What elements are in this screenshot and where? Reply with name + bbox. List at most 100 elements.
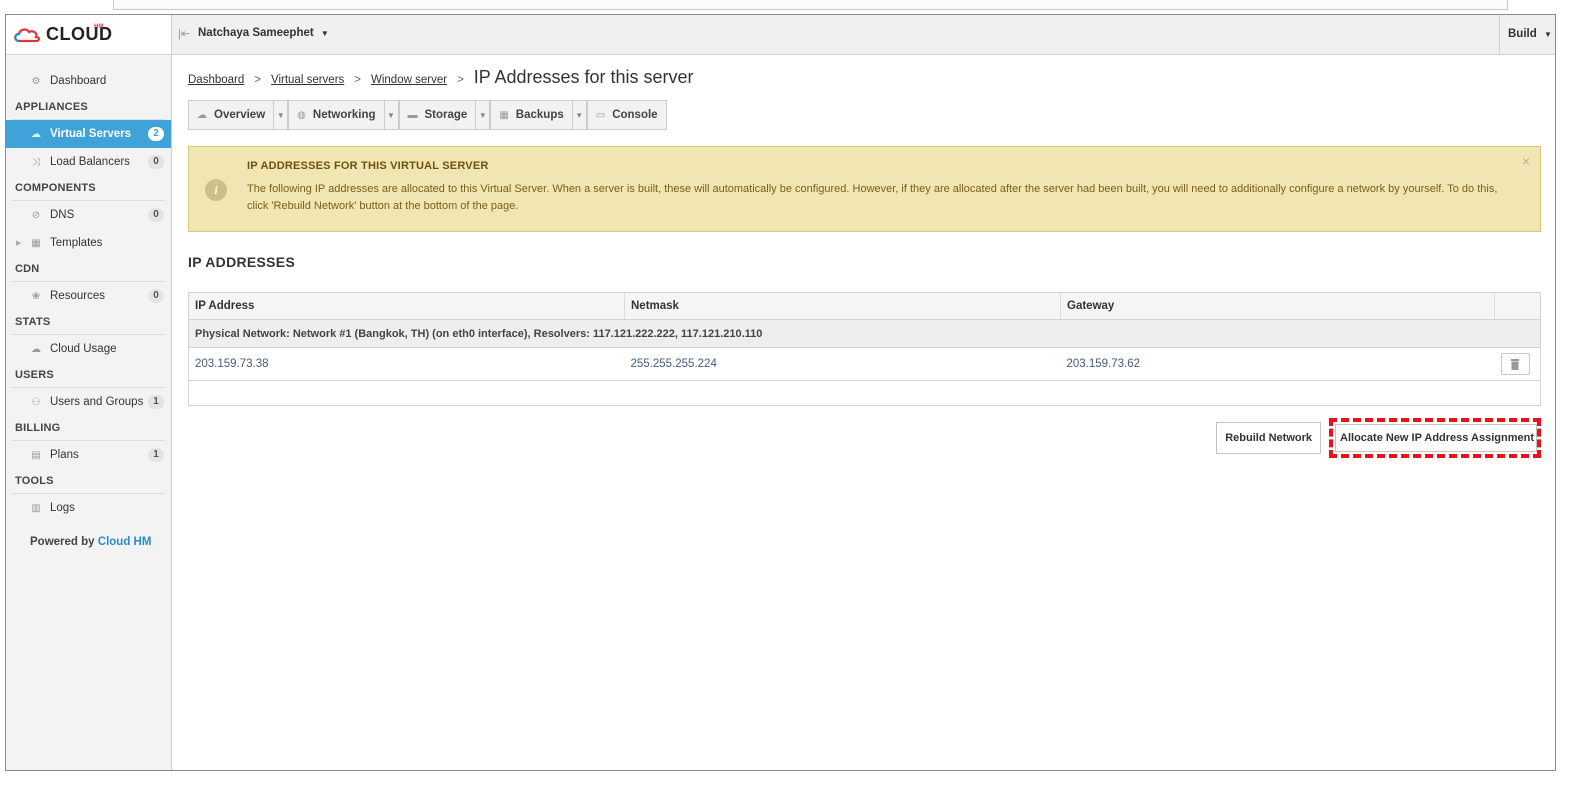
cloud-icon: ☁ bbox=[31, 128, 41, 140]
sidebar-section-components: COMPONENTS bbox=[15, 182, 96, 194]
table-empty-row bbox=[189, 381, 1541, 406]
sidebar-item-load-balancers[interactable]: ⤨ Load Balancers 0 bbox=[6, 148, 171, 176]
allocate-new-ip-button[interactable]: Allocate New IP Address Assignment bbox=[1335, 424, 1537, 452]
sidebar-section-billing: BILLING bbox=[15, 422, 61, 434]
sidebar-item-logs[interactable]: ▥ Logs bbox=[6, 494, 171, 522]
sidebar-item-label: Plans bbox=[50, 449, 79, 461]
count-badge: 1 bbox=[148, 395, 164, 409]
sidebar-item-label: Logs bbox=[50, 502, 75, 514]
tab-networking[interactable]: ◍ Networking bbox=[288, 100, 385, 130]
brand-superscript: HM bbox=[94, 24, 104, 30]
sidebar-item-templates[interactable]: ▶ ▦ Templates bbox=[6, 229, 171, 257]
console-icon: ▭ bbox=[595, 109, 606, 121]
count-badge: 0 bbox=[148, 208, 164, 222]
plans-icon: ▤ bbox=[31, 449, 41, 461]
column-header-actions bbox=[1494, 292, 1541, 320]
server-tabs: ☁ Overview ▼ ◍ Networking ▼ ▬ Storage ▼ … bbox=[188, 100, 1541, 130]
actions-cell bbox=[1494, 347, 1541, 381]
ip-address-table: IP Address Netmask Gateway Physical Netw… bbox=[188, 292, 1541, 406]
sidebar: CLOUD HM ⚙ Dashboard APPLIANCES ☁ Virtua… bbox=[6, 15, 172, 770]
sidebar-item-cloud-usage[interactable]: ☁ Cloud Usage bbox=[6, 335, 171, 363]
highlight-box: Allocate New IP Address Assignment bbox=[1329, 418, 1541, 458]
caret-right-icon[interactable]: ▶ bbox=[16, 239, 21, 247]
sidebar-item-plans[interactable]: ▤ Plans 1 bbox=[6, 441, 171, 469]
tab-console[interactable]: ▭ Console bbox=[586, 100, 667, 130]
sidebar-section-tools: TOOLS bbox=[15, 475, 54, 487]
column-header-netmask: Netmask bbox=[624, 292, 1061, 320]
dns-icon: ⊘ bbox=[31, 209, 41, 221]
count-badge: 0 bbox=[148, 155, 164, 169]
tab-backups[interactable]: ▦ Backups bbox=[490, 100, 573, 130]
breadcrumb-window-server-link[interactable]: Window server bbox=[371, 74, 447, 86]
tab-backups-dropdown[interactable]: ▼ bbox=[572, 100, 587, 130]
browser-top-strip bbox=[0, 0, 1583, 14]
breadcrumb-separator: > bbox=[254, 74, 261, 86]
sidebar-item-dns[interactable]: ⊘ DNS 0 bbox=[6, 201, 171, 229]
delete-ip-button[interactable] bbox=[1500, 353, 1530, 375]
table-row: 203.159.73.38 255.255.255.224 203.159.73… bbox=[188, 347, 1541, 381]
tab-storage[interactable]: ▬ Storage bbox=[398, 100, 477, 130]
sidebar-section-users: USERS bbox=[15, 369, 54, 381]
sidebar-item-label: Resources bbox=[50, 290, 105, 302]
templates-icon: ▦ bbox=[31, 237, 41, 249]
tab-networking-dropdown[interactable]: ▼ bbox=[384, 100, 399, 130]
chevron-down-icon: ▼ bbox=[276, 110, 285, 120]
sidebar-item-virtual-servers[interactable]: ☁ Virtual Servers 2 bbox=[6, 120, 171, 148]
sidebar-item-label: Templates bbox=[50, 237, 103, 249]
table-header-row: IP Address Netmask Gateway bbox=[188, 292, 1541, 320]
chevron-down-icon: ▼ bbox=[478, 110, 487, 120]
user-menu[interactable]: Natchaya Sameephet ▼ bbox=[198, 27, 329, 39]
main-content: Dashboard > Virtual servers > Window ser… bbox=[188, 55, 1541, 458]
sidebar-item-users-and-groups[interactable]: ⚇ Users and Groups 1 bbox=[6, 388, 171, 416]
gateway-cell: 203.159.73.62 bbox=[1060, 347, 1495, 381]
sidebar-section-appliances: APPLIANCES bbox=[15, 101, 88, 113]
breadcrumb-virtual-servers-link[interactable]: Virtual servers bbox=[271, 74, 344, 86]
tab-storage-dropdown[interactable]: ▼ bbox=[476, 100, 491, 130]
powered-by-brand-link[interactable]: Cloud HM bbox=[98, 536, 152, 548]
sidebar-item-label: Load Balancers bbox=[50, 156, 130, 168]
logo[interactable]: CLOUD HM bbox=[6, 15, 171, 55]
top-header: |⇤ Natchaya Sameephet ▼ Build ▼ bbox=[172, 15, 1555, 55]
user-name: Natchaya Sameephet bbox=[198, 27, 314, 39]
info-alert: i × IP ADDRESSES FOR THIS VIRTUAL SERVER… bbox=[188, 146, 1541, 232]
globe-icon: ◍ bbox=[297, 109, 306, 121]
sidebar-item-dashboard[interactable]: ⚙ Dashboard bbox=[6, 67, 171, 95]
breadcrumb-separator: > bbox=[354, 74, 361, 86]
count-badge: 1 bbox=[148, 448, 164, 462]
breadcrumb-dashboard-link[interactable]: Dashboard bbox=[188, 74, 244, 86]
network-group-label: Physical Network: Network #1 (Bangkok, T… bbox=[188, 319, 1541, 348]
build-menu[interactable]: Build ▼ bbox=[1499, 15, 1555, 54]
users-icon: ⚇ bbox=[31, 396, 41, 408]
chevron-down-icon: ▼ bbox=[320, 29, 329, 38]
close-icon[interactable]: × bbox=[1522, 153, 1530, 169]
page-actions: Rebuild Network Allocate New IP Address … bbox=[188, 418, 1541, 458]
info-icon: i bbox=[205, 179, 227, 201]
backups-icon: ▦ bbox=[499, 109, 509, 121]
sidebar-item-resources[interactable]: ❀ Resources 0 bbox=[6, 282, 171, 310]
tab-label: Backups bbox=[515, 109, 564, 121]
tab-overview[interactable]: ☁ Overview bbox=[188, 100, 275, 130]
build-label: Build bbox=[1508, 28, 1537, 40]
column-header-gateway: Gateway bbox=[1060, 292, 1495, 320]
sidebar-section-cdn: CDN bbox=[15, 263, 40, 275]
chevron-down-icon: ▼ bbox=[575, 110, 584, 120]
powered-by: Powered by Cloud HM bbox=[6, 536, 171, 548]
rebuild-network-button[interactable]: Rebuild Network bbox=[1216, 422, 1322, 454]
breadcrumb: Dashboard > Virtual servers > Window ser… bbox=[188, 67, 1541, 91]
tab-overview-dropdown[interactable]: ▼ bbox=[274, 100, 289, 130]
cloud-usage-icon: ☁ bbox=[31, 343, 41, 355]
ip-address-cell: 203.159.73.38 bbox=[188, 347, 625, 381]
tab-label: Storage bbox=[424, 109, 468, 121]
collapse-sidebar-icon[interactable]: |⇤ bbox=[178, 27, 190, 40]
cloud-logo-icon bbox=[14, 27, 41, 42]
cloud-icon: ☁ bbox=[197, 109, 207, 121]
page-title: IP Addresses for this server bbox=[473, 67, 694, 87]
browser-address-bar bbox=[113, 0, 1508, 10]
chevron-down-icon: ▼ bbox=[387, 110, 395, 120]
sidebar-section-stats: STATS bbox=[15, 316, 51, 328]
count-badge: 0 bbox=[148, 289, 164, 303]
trash-icon bbox=[1511, 358, 1519, 370]
sidebar-item-label: DNS bbox=[50, 209, 75, 221]
hdd-icon: ▬ bbox=[407, 109, 418, 121]
empty-cell bbox=[189, 381, 1541, 406]
